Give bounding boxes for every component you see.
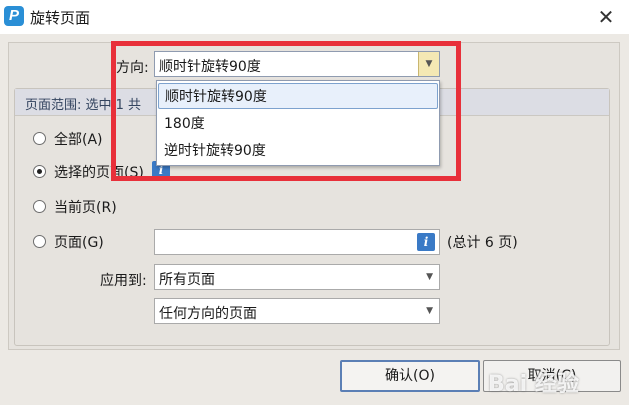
chevron-down-icon: ▼	[426, 306, 433, 316]
apply-to-label: 应用到:	[100, 273, 147, 289]
page-range-title: 页面范围: 选中 1 共	[25, 98, 142, 113]
orientation-select[interactable]: 任何方向的页面 ▼	[154, 298, 440, 324]
chevron-down-icon: ▼	[426, 272, 433, 282]
pages-info-icon[interactable]: i	[417, 233, 435, 251]
radio-pages[interactable]	[33, 235, 46, 248]
title-bar: P 旋转页面 ✕	[0, 0, 629, 34]
apply-pages-select[interactable]: 所有页面 ▼	[154, 264, 440, 290]
radio-all-label[interactable]: 全部(A)	[54, 129, 103, 149]
orientation-value: 任何方向的页面	[159, 306, 257, 322]
direction-value: 顺时针旋转90度	[159, 59, 261, 75]
chevron-down-icon[interactable]: ▼	[418, 52, 439, 76]
window-title: 旋转页面	[30, 9, 91, 27]
close-icon[interactable]: ✕	[593, 4, 619, 30]
direction-option-ccw90[interactable]: 逆时针旋转90度	[158, 138, 438, 164]
app-logo-icon: P	[4, 6, 24, 26]
radio-selected-pages-label[interactable]: 选择的页面(S)	[54, 162, 144, 182]
direction-label: 方向:	[116, 60, 149, 76]
radio-pages-label[interactable]: 页面(G)	[54, 232, 104, 252]
total-pages-text: (总计 6 页)	[447, 235, 518, 251]
ok-button[interactable]: 确认(O)	[340, 360, 480, 392]
watermark: Bai 经验	[488, 372, 579, 397]
direction-dropdown-list: 顺时针旋转90度 180度 逆时针旋转90度	[156, 80, 440, 166]
direction-option-180[interactable]: 180度	[158, 111, 438, 137]
apply-pages-value: 所有页面	[159, 272, 215, 288]
pages-input[interactable]: i	[154, 229, 440, 255]
radio-current-page[interactable]	[33, 200, 46, 213]
radio-current-page-label[interactable]: 当前页(R)	[54, 197, 117, 217]
direction-select[interactable]: 顺时针旋转90度 ▼	[154, 51, 440, 77]
direction-option-cw90[interactable]: 顺时针旋转90度	[158, 83, 438, 109]
radio-selected-pages[interactable]	[33, 165, 46, 178]
radio-all[interactable]	[33, 132, 46, 145]
